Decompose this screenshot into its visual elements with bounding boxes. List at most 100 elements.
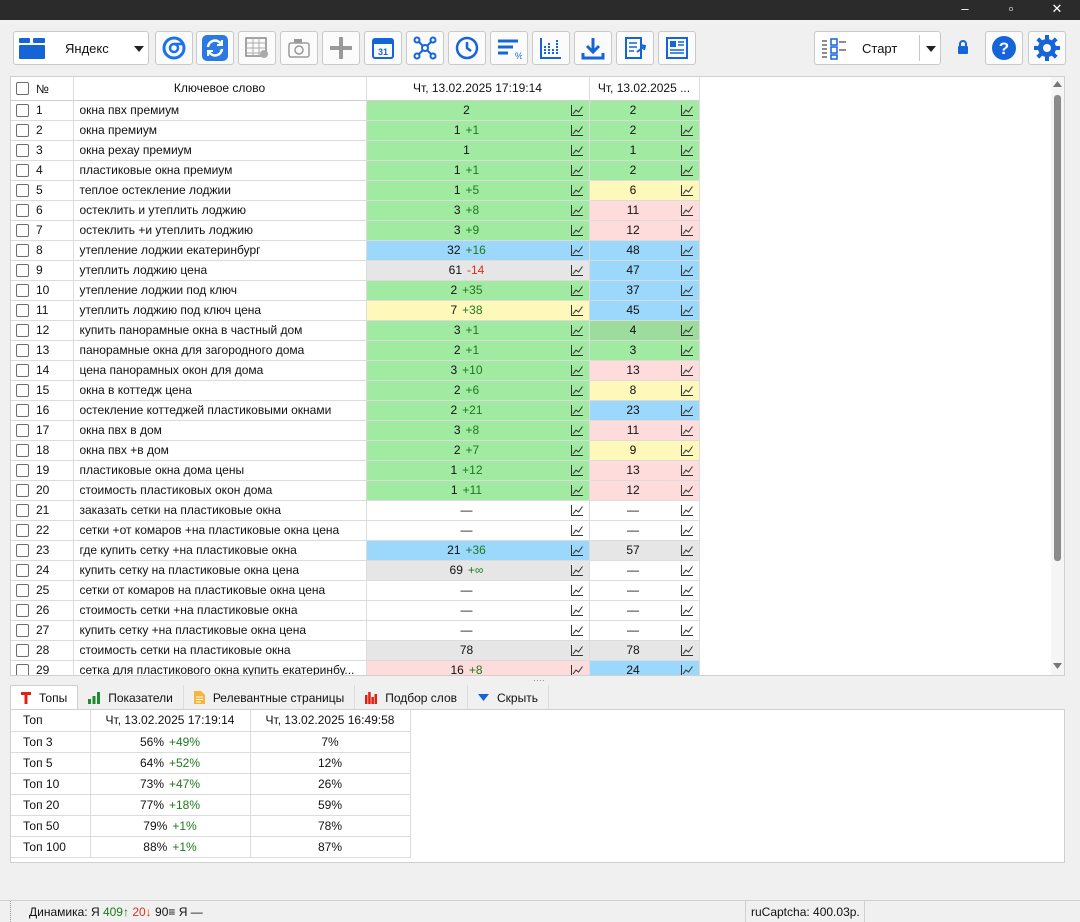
row-checkbox[interactable]	[16, 643, 29, 657]
position-cell-date1[interactable]: 61 -14	[366, 260, 590, 281]
position-cell-date1[interactable]: 1 +1	[366, 160, 590, 181]
chart-icon[interactable]	[680, 484, 693, 499]
date1-header[interactable]: Чт, 13.02.2025 17:19:14	[366, 77, 590, 101]
keyword-cell[interactable]: окна пвх премиум	[73, 100, 367, 121]
row-checkbox[interactable]	[16, 363, 29, 377]
position-cell-date1[interactable]: 16 +8	[366, 660, 590, 675]
chart-icon[interactable]	[680, 344, 693, 359]
tab-relevant-pages[interactable]: Релевантные страницы	[183, 685, 356, 710]
row-checkbox[interactable]	[16, 583, 29, 597]
keyword-cell[interactable]: купить сетку +на пластиковые окна цена	[73, 620, 367, 641]
network-button[interactable]	[406, 31, 444, 65]
position-cell-date2[interactable]: —	[589, 560, 700, 581]
chart-icon[interactable]	[570, 564, 583, 579]
row-checkbox[interactable]	[16, 663, 29, 675]
chart-icon[interactable]	[570, 344, 583, 359]
stats-button[interactable]	[532, 31, 570, 65]
settings-button[interactable]	[1028, 31, 1066, 65]
chart-icon[interactable]	[570, 464, 583, 479]
search-engine-select[interactable]: Яндекс	[13, 31, 149, 65]
position-cell-date1[interactable]: 69 +∞	[366, 560, 590, 581]
keyword-cell[interactable]: остеклить +и утеплить лоджию	[73, 220, 367, 241]
keyword-cell[interactable]: остеклить и утеплить лоджию	[73, 200, 367, 221]
position-cell-date2[interactable]: 8	[589, 380, 700, 401]
keyword-cell[interactable]: утеплить лоджию цена	[73, 260, 367, 281]
table-row[interactable]: 6 остеклить и утеплить лоджию 3 +8 11	[11, 200, 700, 221]
chart-icon[interactable]	[570, 504, 583, 519]
filter-button[interactable]: %	[490, 31, 528, 65]
keyword-cell[interactable]: сетки от комаров на пластиковые окна цен…	[73, 580, 367, 601]
table-row[interactable]: 13 панорамные окна для загородного дома 2 +…	[11, 340, 700, 361]
position-cell-date1[interactable]: 1 +1	[366, 120, 590, 141]
position-cell-date1[interactable]: 7 +38	[366, 300, 590, 321]
tab-hide[interactable]: Скрыть	[468, 685, 549, 710]
keyword-cell[interactable]: пластиковые окна дома цены	[73, 460, 367, 481]
help-button[interactable]: ?	[985, 31, 1023, 65]
position-cell-date1[interactable]: 1 +12	[366, 460, 590, 481]
table-row[interactable]: 10 утепление лоджии под ключ 2 +35 37	[11, 280, 700, 301]
position-cell-date2[interactable]: 11	[589, 200, 700, 221]
table-row[interactable]: 18 окна пвх +в дом 2 +7 9	[11, 440, 700, 461]
row-checkbox[interactable]	[16, 323, 29, 337]
table-row[interactable]: 27 купить сетку +на пластиковые окна цена…	[11, 620, 700, 641]
table-row[interactable]: 7 остеклить +и утеплить лоджию 3 +9 12	[11, 220, 700, 241]
scrollbar-thumb[interactable]	[1054, 95, 1061, 561]
keyword-cell[interactable]: цена панорамных окон для дома	[73, 360, 367, 381]
camera-settings-button[interactable]	[280, 31, 318, 65]
position-cell-date2[interactable]: 12	[589, 220, 700, 241]
position-cell-date2[interactable]: —	[589, 500, 700, 521]
chart-icon[interactable]	[570, 284, 583, 299]
keyword-header[interactable]: Ключевое слово	[73, 77, 367, 101]
position-cell-date2[interactable]: 13	[589, 460, 700, 481]
chart-icon[interactable]	[570, 324, 583, 339]
chart-icon[interactable]	[680, 424, 693, 439]
keyword-cell[interactable]: окна премиум	[73, 120, 367, 141]
position-cell-date2[interactable]: 2	[589, 160, 700, 181]
tab-word-selection[interactable]: Подбор слов	[355, 685, 468, 710]
chart-icon[interactable]	[570, 244, 583, 259]
position-cell-date1[interactable]: 32 +16	[366, 240, 590, 261]
minimize-button[interactable]: –	[942, 0, 988, 20]
table-row[interactable]: 16 остекление коттеджей пластиковыми окна…	[11, 400, 700, 421]
maximize-button[interactable]: ▫	[988, 0, 1034, 20]
table-row[interactable]: 29 сетка для пластикового окна купить ека…	[11, 660, 700, 675]
keyword-cell[interactable]: теплое остекление лоджии	[73, 180, 367, 201]
row-checkbox[interactable]	[16, 603, 29, 617]
keyword-cell[interactable]: заказать сетки на пластиковые окна	[73, 500, 367, 521]
position-cell-date1[interactable]: —	[366, 620, 590, 641]
row-checkbox[interactable]	[16, 383, 29, 397]
keyword-cell[interactable]: купить сетку на пластиковые окна цена	[73, 560, 367, 581]
row-checkbox[interactable]	[16, 203, 29, 217]
chart-icon[interactable]	[570, 424, 583, 439]
table-row[interactable]: 14 цена панорамных окон для дома 3 +10 13	[11, 360, 700, 381]
table-row[interactable]: 5 теплое остекление лоджии 1 +5 6	[11, 180, 700, 201]
chart-icon[interactable]	[570, 604, 583, 619]
chart-icon[interactable]	[570, 124, 583, 139]
chart-icon[interactable]	[570, 444, 583, 459]
chart-icon[interactable]	[680, 124, 693, 139]
keyword-cell[interactable]: сетки +от комаров +на пластиковые окна ц…	[73, 520, 367, 541]
position-cell-date2[interactable]: —	[589, 600, 700, 621]
calendar-button[interactable]: 31	[364, 31, 402, 65]
keyword-cell[interactable]: окна в коттедж цена	[73, 380, 367, 401]
table-row[interactable]: 23 где купить сетку +на пластиковые окна 2…	[11, 540, 700, 561]
chart-icon[interactable]	[680, 604, 693, 619]
keyword-cell[interactable]: где купить сетку +на пластиковые окна	[73, 540, 367, 561]
chart-icon[interactable]	[570, 264, 583, 279]
tab-indicators[interactable]: Показатели	[78, 685, 184, 710]
position-cell-date1[interactable]: 3 +1	[366, 320, 590, 341]
export-button[interactable]	[616, 31, 654, 65]
history-button[interactable]	[448, 31, 486, 65]
chart-icon[interactable]	[680, 204, 693, 219]
position-cell-date2[interactable]: 24	[589, 660, 700, 675]
splitter-grip[interactable]: ····	[531, 676, 547, 685]
position-cell-date1[interactable]: —	[366, 600, 590, 621]
table-row[interactable]: 19 пластиковые окна дома цены 1 +12 13	[11, 460, 700, 481]
position-cell-date2[interactable]: 13	[589, 360, 700, 381]
chart-icon[interactable]	[680, 304, 693, 319]
chart-icon[interactable]	[680, 404, 693, 419]
table-settings-button[interactable]	[238, 31, 276, 65]
keyword-cell[interactable]: сетка для пластикового окна купить екате…	[73, 660, 367, 675]
keyword-cell[interactable]: утепление лоджии екатеринбург	[73, 240, 367, 261]
position-cell-date1[interactable]: 3 +10	[366, 360, 590, 381]
